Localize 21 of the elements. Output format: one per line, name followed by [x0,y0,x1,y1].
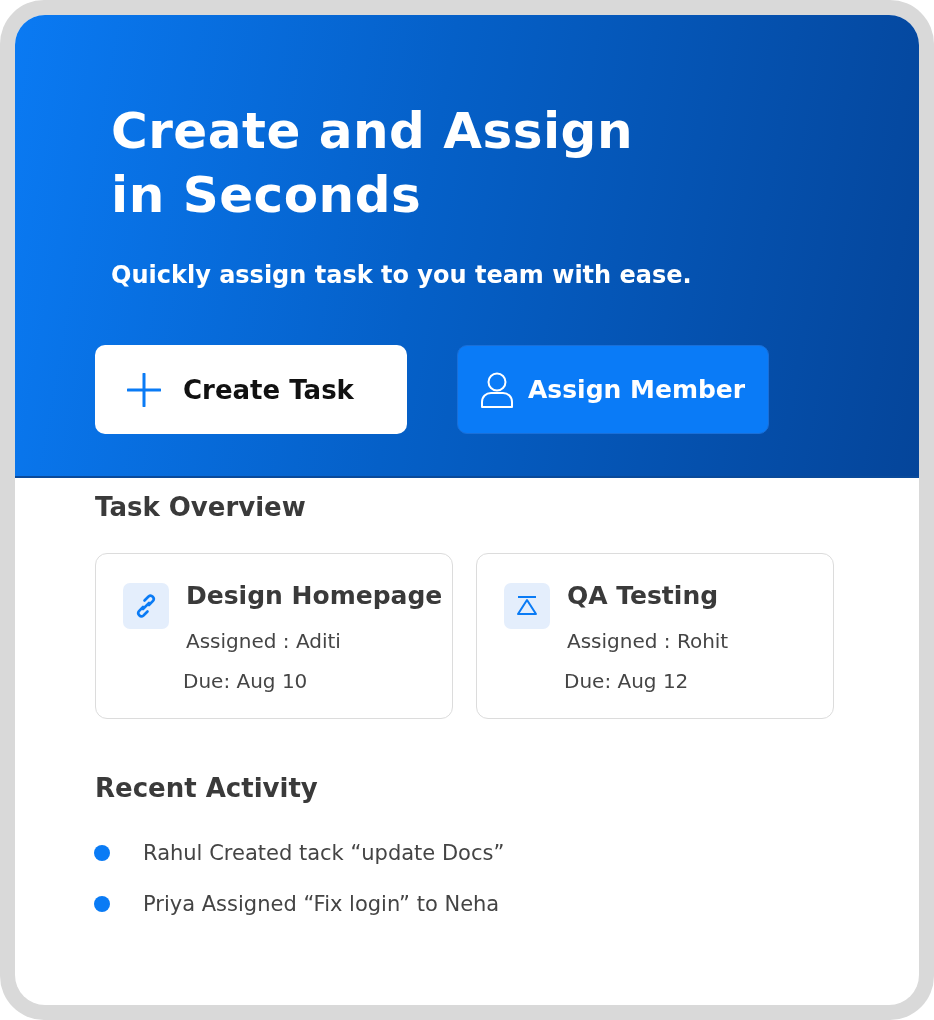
task-card[interactable]: QA Testing Assigned : Rohit Due: Aug 12 [476,553,834,719]
link-icon [123,583,169,629]
activity-text: Rahul Created tack “update Docs” [143,840,505,867]
activity-text: Priya Assigned “Fix login” to Neha [143,891,500,918]
section-heading: Task Overview [95,491,307,524]
task-assignee: Assigned : Aditi [186,628,342,655]
bullet-dot-icon [94,896,110,912]
task-title: Design Homepage [186,580,443,612]
assign-member-button[interactable]: Assign Member [457,345,769,434]
task-assignee: Assigned : Rohit [567,628,729,655]
headline: Create and Assign in Seconds [111,101,634,226]
user-icon [480,371,514,408]
plus-icon [127,372,161,407]
task-card[interactable]: Design Homepage Assigned : Aditi Due: Aug 10 [95,553,453,719]
task-title: QA Testing [567,580,720,612]
subtitle: Quickly assign task to you team with ease. [111,260,693,291]
task-due-date: Due: Aug 10 [183,668,309,695]
bullet-dot-icon [94,845,110,861]
create-task-button[interactable]: Create Task [95,345,407,434]
task-due-date: Due: Aug 12 [564,668,690,695]
section-heading: Recent Activity [95,772,319,805]
